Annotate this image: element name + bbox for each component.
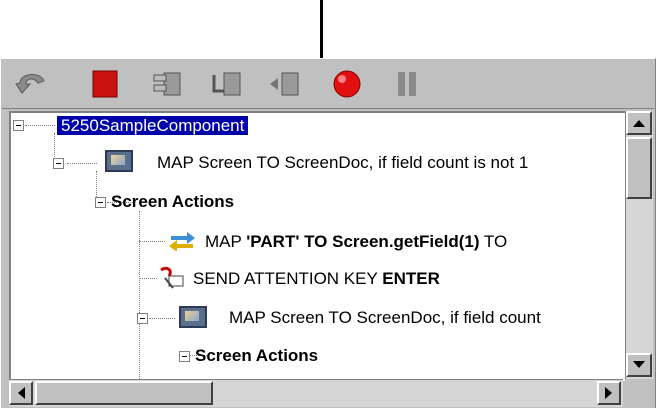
- tree-node-screen-actions[interactable]: Screen Actions: [111, 189, 234, 215]
- node-label: MAP Screen TO ScreenDoc, if field count: [229, 308, 541, 327]
- tree-connector: [139, 211, 140, 381]
- tree-connector: [96, 171, 97, 197]
- node-label: MAP: [205, 232, 247, 251]
- node-label: SEND ATTENTION KEY: [193, 269, 383, 288]
- vertical-scroll-thumb[interactable]: [626, 137, 652, 199]
- tree-connector: [149, 318, 175, 319]
- step-over-icon[interactable]: [150, 68, 184, 100]
- horizontal-scrollbar[interactable]: [9, 379, 623, 407]
- step-into-icon[interactable]: [210, 68, 244, 100]
- debugger-panel: 5250SampleComponent MAP Screen TO Screen…: [0, 58, 656, 408]
- script-tree[interactable]: 5250SampleComponent MAP Screen TO Screen…: [9, 111, 625, 381]
- tree-connector: [54, 133, 55, 159]
- tree-node-map-part[interactable]: MAP 'PART' TO Screen.getField(1) TO: [205, 229, 507, 255]
- node-label-bold: ENTER: [382, 269, 440, 288]
- scroll-left-button[interactable]: [9, 381, 33, 405]
- pause-icon[interactable]: [390, 68, 424, 100]
- node-collapse-toggle[interactable]: [179, 351, 190, 362]
- screen-icon: [179, 306, 207, 328]
- node-label: Screen Actions: [195, 346, 319, 365]
- tree-node-map-screen-2[interactable]: MAP Screen TO ScreenDoc, if field count: [229, 305, 541, 331]
- screen-icon: [105, 150, 133, 172]
- node-label: Screen Actions: [111, 192, 235, 211]
- tree-node-map-screen[interactable]: MAP Screen TO ScreenDoc, if field count …: [157, 150, 528, 176]
- tree-node-send-key[interactable]: SEND ATTENTION KEY ENTER: [193, 266, 440, 292]
- tree-connector: [139, 241, 165, 242]
- tree-node-screen-actions-2[interactable]: Screen Actions: [195, 343, 318, 369]
- scroll-down-button[interactable]: [626, 353, 652, 377]
- node-collapse-toggle[interactable]: [95, 197, 106, 208]
- step-out-icon[interactable]: [268, 68, 302, 100]
- node-collapse-toggle[interactable]: [137, 313, 148, 324]
- root-label: 5250SampleComponent: [57, 116, 249, 135]
- node-collapse-toggle[interactable]: [53, 158, 64, 169]
- scroll-right-button[interactable]: [597, 381, 621, 405]
- tree-connector: [25, 125, 55, 126]
- tree-root-node[interactable]: 5250SampleComponent: [57, 113, 249, 139]
- node-label: MAP Screen TO ScreenDoc, if field count …: [157, 153, 529, 172]
- stop-icon[interactable]: [88, 68, 122, 100]
- tree-connector: [67, 163, 97, 164]
- scroll-up-button[interactable]: [626, 111, 652, 135]
- tree-connector: [139, 278, 157, 279]
- back-icon[interactable]: [14, 68, 48, 100]
- map-arrows-icon: [167, 229, 197, 252]
- node-label-bold: 'PART' TO Screen.getField(1): [246, 232, 480, 251]
- horizontal-scroll-thumb[interactable]: [35, 381, 213, 405]
- record-icon[interactable]: [330, 68, 364, 100]
- send-key-icon: [159, 266, 189, 290]
- node-label: TO: [479, 232, 508, 251]
- vertical-scrollbar[interactable]: [625, 111, 653, 379]
- toolbar: [2, 60, 654, 109]
- root-collapse-toggle[interactable]: [13, 120, 24, 131]
